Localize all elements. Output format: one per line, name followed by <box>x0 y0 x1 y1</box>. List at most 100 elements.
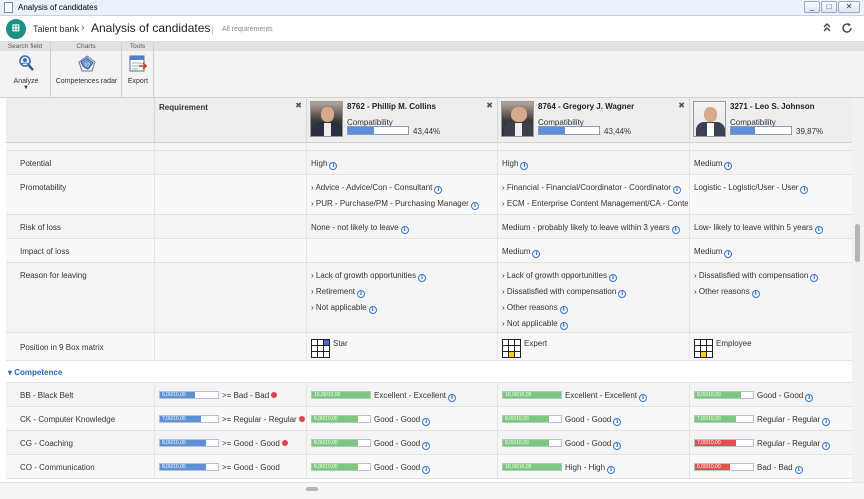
list-item: › Lack of growth opportunities i <box>311 271 426 282</box>
info-icon[interactable]: i <box>672 186 681 194</box>
candidate-name[interactable]: 3271 - Leo S. Johnson <box>730 102 814 111</box>
compatibility-bar <box>347 126 409 135</box>
list-item: › Financial - Financial/Coordinator - Co… <box>502 183 688 194</box>
info-icon[interactable]: i <box>671 226 680 234</box>
info-icon[interactable]: i <box>368 306 377 314</box>
score-bar-fill: 7,00/10,00 <box>160 416 201 422</box>
compatibility-bar-fill <box>348 127 375 134</box>
talent-bank-logo-icon: ⊞ <box>6 19 26 39</box>
competence-label: CK - Computer Knowledge <box>20 415 116 424</box>
nine-box-grid-icon[interactable] <box>502 339 521 358</box>
info-icon[interactable]: i <box>608 274 617 282</box>
info-icon[interactable]: i <box>422 418 431 426</box>
table-row-competence: CO - Communication 8,00/10,00 >= Good - G… <box>6 455 852 479</box>
requirement-score-bar: 6,00/10,00 <box>159 391 219 399</box>
compatibility-bar <box>730 126 792 135</box>
required-marker-icon <box>281 440 288 446</box>
compatibility-percent: 43,44% <box>604 127 632 136</box>
score-bar-fill: 7,00/10,00 <box>695 440 736 446</box>
score-text: Good - Good i <box>757 391 814 402</box>
nine-box-grid-icon[interactable] <box>311 339 330 358</box>
maximize-button[interactable]: □ <box>821 1 837 13</box>
list-item: › Not applicable i <box>311 303 377 314</box>
info-icon[interactable]: i <box>814 226 823 234</box>
vertical-scrollbar[interactable] <box>852 98 864 482</box>
info-icon[interactable]: i <box>822 418 831 426</box>
info-icon[interactable]: i <box>400 226 409 234</box>
score-text: High - High i <box>565 463 616 474</box>
analyze-button[interactable]: Analyze ▼ <box>8 54 44 91</box>
refresh-icon[interactable] <box>841 22 853 37</box>
scrollbar-thumb[interactable] <box>855 224 860 262</box>
candidate-comparison-table: Requirement ✖ 8762 - Phillip M. Collins … <box>6 98 852 482</box>
info-icon[interactable]: i <box>520 162 529 170</box>
candidate-score-bar: 8,00/10,00 <box>311 439 371 447</box>
breadcrumb-talent-bank[interactable]: Talent bank <box>33 24 79 34</box>
competences-radar-button[interactable]: Competences radar <box>54 54 119 85</box>
candidate-name[interactable]: 8764 - Gregory J. Wagner <box>538 102 634 111</box>
close-column-icon[interactable]: ✖ <box>295 101 302 110</box>
list-item: › PUR - Purchase/PM - Purchasing Manager… <box>311 199 497 210</box>
scrollbar-thumb[interactable] <box>306 487 318 491</box>
document-icon <box>4 2 13 13</box>
candidate-score-bar: 7,00/10,00 <box>694 439 754 447</box>
list-item: › Not applicable i <box>502 319 568 330</box>
info-icon[interactable]: i <box>470 202 479 210</box>
impact-value: Medium i <box>502 247 541 258</box>
nine-box-grid-icon[interactable] <box>694 339 713 358</box>
info-icon[interactable]: i <box>618 290 627 298</box>
info-icon[interactable]: i <box>724 162 733 170</box>
minimize-button[interactable]: _ <box>804 1 820 13</box>
column-header-candidate: 3271 - Leo S. Johnson Compatibility 39,8… <box>690 98 852 143</box>
compatibility-bar <box>538 126 600 135</box>
info-icon[interactable]: i <box>810 274 819 282</box>
row-label: Potential <box>20 159 52 168</box>
column-header-candidate: 8764 - Gregory J. Wagner Compatibility 4… <box>498 98 690 143</box>
breadcrumb-chevron-icon: › <box>81 22 85 34</box>
info-icon[interactable]: i <box>559 306 568 314</box>
info-icon[interactable]: i <box>751 290 760 298</box>
score-bar-fill: 8,00/10,00 <box>312 464 359 470</box>
score-text: Regular - Regular i <box>757 439 831 450</box>
score-bar-fill: 8,00/10,00 <box>695 392 742 398</box>
info-icon[interactable]: i <box>613 442 622 450</box>
info-icon[interactable]: i <box>724 250 733 258</box>
info-icon[interactable]: i <box>822 442 831 450</box>
competence-section-header[interactable]: ▾ Competence <box>6 361 852 383</box>
info-icon[interactable]: i <box>448 394 457 402</box>
horizontal-scrollbar[interactable] <box>0 482 864 499</box>
info-icon[interactable]: i <box>422 466 431 474</box>
info-icon[interactable]: i <box>607 466 616 474</box>
export-button-label: Export <box>127 78 149 85</box>
info-icon[interactable]: i <box>794 466 803 474</box>
chevron-up-double-icon[interactable] <box>822 22 832 36</box>
info-icon[interactable]: i <box>800 186 809 194</box>
competences-radar-button-label: Competences radar <box>55 78 118 85</box>
export-button[interactable]: Export <box>125 54 151 85</box>
info-icon[interactable]: i <box>329 162 338 170</box>
table-row-impact-of-loss: Impact of loss Medium i Medium i <box>6 239 852 263</box>
info-icon[interactable]: i <box>559 322 568 330</box>
candidate-photo <box>693 101 726 137</box>
close-column-icon[interactable]: ✖ <box>486 101 493 110</box>
candidate-score-bar: 8,00/10,00 <box>502 415 562 423</box>
candidate-name[interactable]: 8762 - Phillip M. Collins <box>347 102 436 111</box>
score-text: Good - Good i <box>374 463 431 474</box>
score-bar-fill: 10,00/10,00 <box>503 392 561 398</box>
impact-value: Medium i <box>694 247 733 258</box>
info-icon[interactable]: i <box>357 290 366 298</box>
close-column-icon[interactable]: ✖ <box>678 101 685 110</box>
candidate-score-bar: 10,00/10,00 <box>311 391 371 399</box>
info-icon[interactable]: i <box>434 186 443 194</box>
info-icon[interactable]: i <box>639 394 648 402</box>
close-button[interactable]: ✕ <box>838 1 860 13</box>
info-icon[interactable]: i <box>417 274 426 282</box>
info-icon[interactable]: i <box>532 250 541 258</box>
info-icon[interactable]: i <box>613 418 622 426</box>
score-text: Good - Good i <box>565 415 622 426</box>
table-row-nine-box: Position in 9 Box matrix Star Expert Emp… <box>6 333 852 361</box>
info-icon[interactable]: i <box>422 442 431 450</box>
info-icon[interactable]: i <box>805 394 814 402</box>
table-row-competence: BB - Black Belt 6,00/10,00 >= Bad - Bad 1… <box>6 383 852 407</box>
requirement-text: >= Regular - Regular <box>222 415 305 424</box>
